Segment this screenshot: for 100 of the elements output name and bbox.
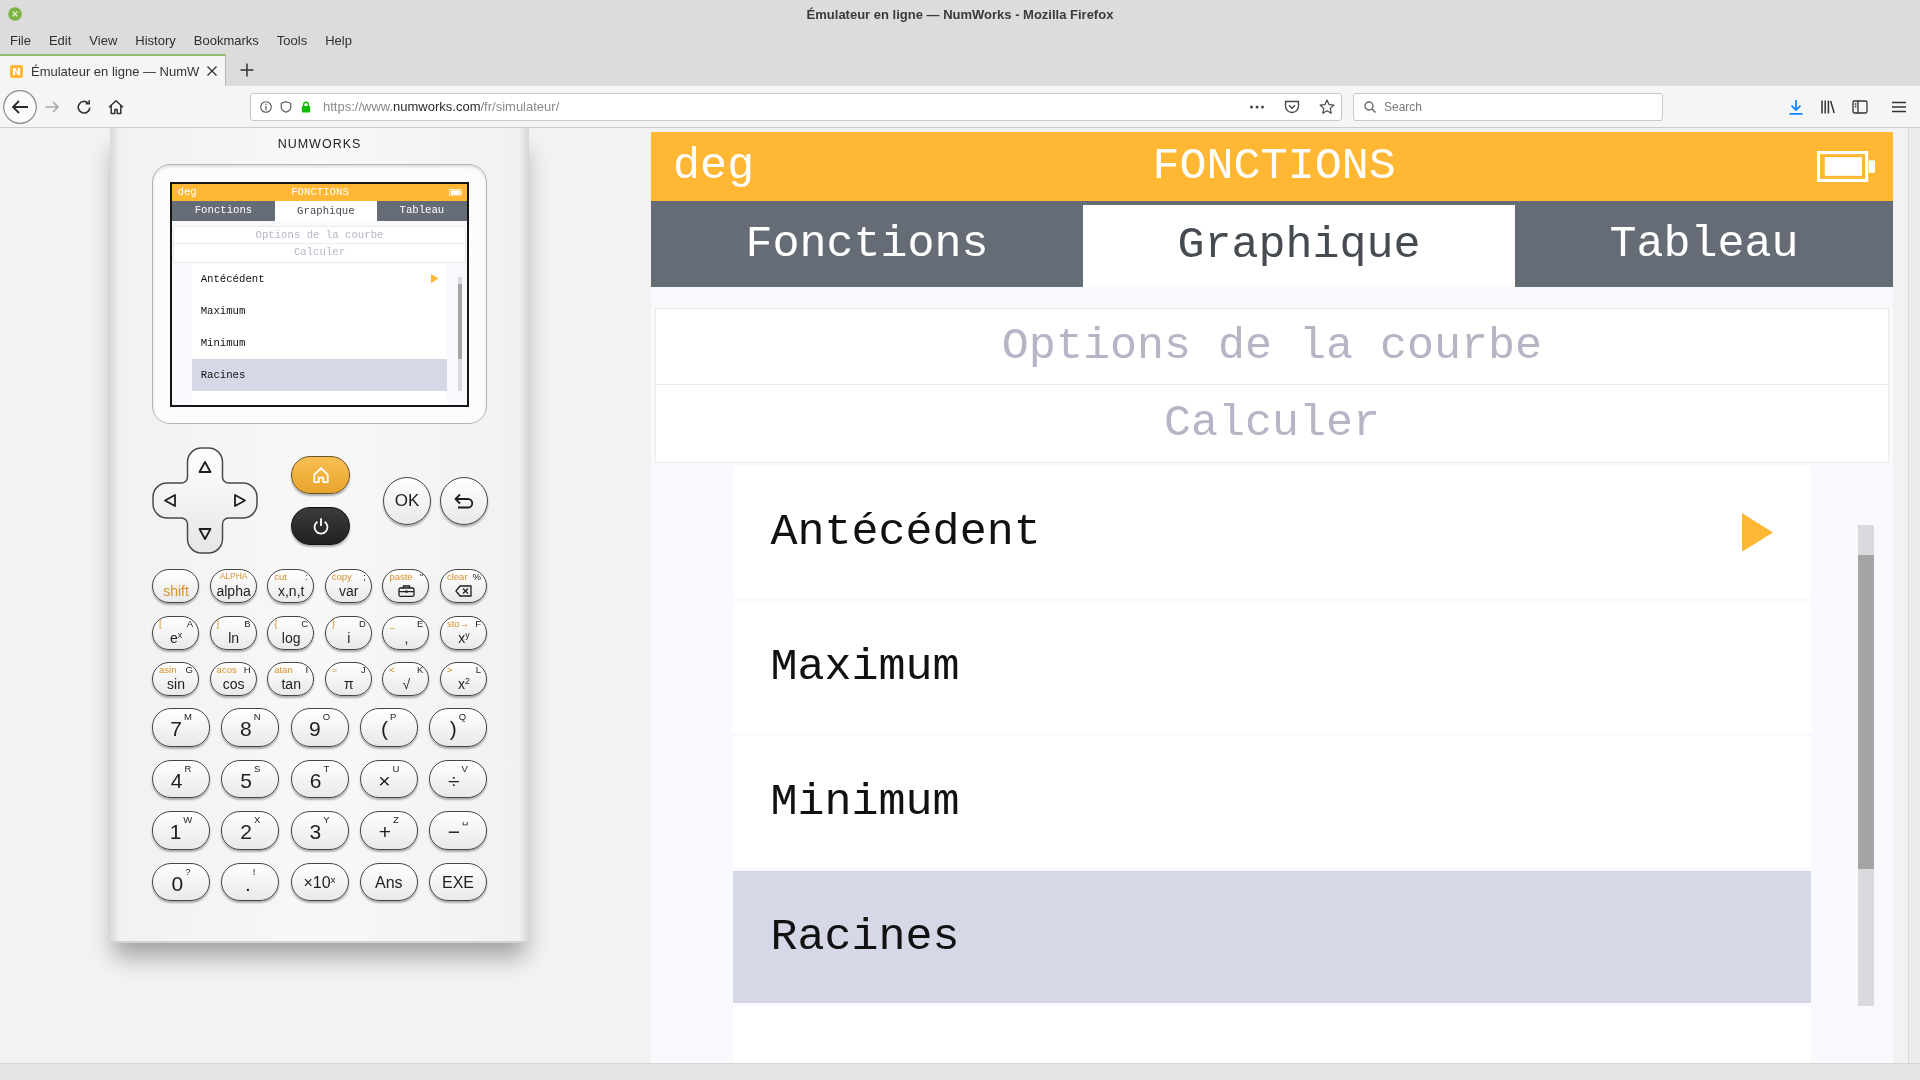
calculator-key[interactable]: paste " bbox=[382, 569, 430, 603]
alpha-label: H bbox=[243, 664, 251, 675]
calculator-key[interactable]: sto→ F x$^{y}$ bbox=[439, 615, 487, 650]
calculator-key[interactable]: atan I tan bbox=[267, 662, 315, 696]
alpha-label: " bbox=[420, 571, 424, 582]
calculator-key[interactable]: .! bbox=[221, 862, 280, 901]
app-title: FONCTIONS bbox=[1152, 143, 1396, 189]
shift-label: asin bbox=[159, 664, 177, 675]
menu-item[interactable]: Minimum bbox=[191, 327, 448, 359]
shield-icon[interactable] bbox=[280, 100, 292, 113]
address-bar[interactable]: https://www.numworks.com/fr/simulateur/ bbox=[250, 92, 1342, 121]
calculator-key[interactable]: ×10$^{x}$ bbox=[290, 862, 349, 901]
browser-tab[interactable]: Émulateur en ligne — NumW bbox=[0, 54, 227, 86]
alpha-label: G bbox=[185, 664, 193, 675]
menu-item[interactable]: Maximum bbox=[191, 295, 448, 327]
scrollbar-thumb[interactable] bbox=[1858, 555, 1874, 869]
power-icon bbox=[311, 517, 330, 535]
battery-icon bbox=[1816, 150, 1876, 182]
shift-label: [ bbox=[159, 617, 162, 629]
menu-item[interactable]: Antécédent bbox=[191, 263, 448, 295]
down-arrow-icon bbox=[198, 528, 212, 540]
calculator-key[interactable]: −␣ bbox=[429, 811, 487, 850]
alpha-label: Q bbox=[458, 712, 467, 722]
back-icon[interactable] bbox=[3, 89, 37, 124]
calculator-key[interactable]: 0? bbox=[152, 862, 210, 901]
menu-item[interactable]: Tools bbox=[276, 32, 308, 48]
window-title: Émulateur en ligne — NumWorks - Mozilla Firefox bbox=[806, 6, 1114, 22]
menu-item[interactable]: Maximum bbox=[732, 601, 1812, 734]
section-header: Calculer bbox=[173, 244, 466, 263]
shift-label: sto→ bbox=[446, 617, 470, 629]
download-icon[interactable] bbox=[1788, 98, 1804, 115]
calculator-key[interactable]: ] B ln bbox=[209, 615, 257, 650]
menu-item[interactable]: Help bbox=[325, 32, 352, 48]
screen-tab[interactable]: Graphique bbox=[274, 201, 378, 221]
home-icon[interactable] bbox=[108, 98, 124, 115]
alpha-label: V bbox=[461, 763, 468, 773]
alpha-label: P bbox=[390, 712, 397, 722]
menu-item[interactable]: Edit bbox=[48, 32, 72, 48]
menu-item[interactable]: Minimum bbox=[732, 736, 1812, 869]
menu-item[interactable]: Racines bbox=[191, 359, 448, 391]
info-icon[interactable] bbox=[260, 100, 272, 113]
calculator-key[interactable]: > L x$^{2}$ bbox=[439, 662, 487, 696]
screen-tab[interactable]: Fonctions bbox=[172, 200, 275, 221]
shift-label: cut bbox=[274, 571, 287, 582]
shift-label: = bbox=[331, 664, 338, 675]
shift-label: acos bbox=[216, 664, 237, 675]
menu-item[interactable]: Racines bbox=[732, 871, 1812, 1004]
star-icon[interactable] bbox=[1319, 98, 1335, 115]
reload-icon[interactable] bbox=[76, 98, 92, 115]
menu-item[interactable]: View bbox=[89, 32, 118, 48]
library-icon[interactable] bbox=[1820, 98, 1836, 115]
section-header: Options de la courbe bbox=[173, 225, 466, 245]
screen-tab[interactable]: Tableau bbox=[377, 200, 467, 221]
menu-item[interactable]: History bbox=[135, 32, 176, 48]
screen-tab[interactable]: Tableau bbox=[1515, 201, 1893, 287]
menu-item[interactable]: Bookmarks bbox=[193, 32, 259, 48]
calculator-key[interactable]: [ A e$^{x}$ bbox=[152, 615, 199, 650]
return-arrow-icon bbox=[453, 492, 475, 509]
calculator-key[interactable]: asin G sin bbox=[152, 662, 199, 696]
alpha-label: : bbox=[305, 571, 309, 582]
sidebar-icon[interactable] bbox=[1852, 98, 1868, 115]
vertical-scrollbar[interactable] bbox=[1908, 128, 1920, 1063]
calculator-key[interactable]: { C log bbox=[267, 615, 315, 650]
calculator-key[interactable]: < K √ bbox=[382, 662, 430, 696]
calculator-key[interactable]: } D i bbox=[324, 615, 372, 650]
calculator-key[interactable]: cut : x,n,t bbox=[267, 569, 315, 603]
calculator-key[interactable]: copy ; var bbox=[324, 569, 372, 603]
horizontal-scrollbar[interactable] bbox=[0, 1063, 1920, 1080]
calculator-key[interactable]: _ E , bbox=[382, 615, 430, 650]
calculator-key[interactable]: clear % bbox=[439, 569, 487, 603]
search-field[interactable]: Search bbox=[1353, 92, 1663, 121]
plus-icon[interactable] bbox=[240, 63, 255, 77]
pocket-icon[interactable] bbox=[1284, 98, 1300, 115]
alpha-label: Y bbox=[323, 815, 330, 825]
right-arrow-icon bbox=[234, 494, 246, 507]
calculator-key[interactable]: ALPHA alpha bbox=[209, 569, 257, 603]
calculator-key[interactable]: acos H cos bbox=[209, 662, 257, 696]
home-button[interactable] bbox=[291, 456, 350, 494]
ok-button[interactable]: OK bbox=[383, 476, 431, 525]
menu-item[interactable]: Antécédent bbox=[732, 466, 1812, 598]
back-button[interactable] bbox=[440, 476, 488, 525]
menu-item[interactable]: File bbox=[10, 32, 31, 48]
screen-tab[interactable]: Fonctions bbox=[651, 201, 1083, 287]
calculator-key[interactable]: = J π bbox=[324, 662, 372, 696]
power-button[interactable] bbox=[291, 507, 350, 545]
screen-tab[interactable]: Graphique bbox=[1083, 205, 1515, 287]
scrollbar-thumb[interactable] bbox=[458, 284, 463, 359]
left-arrow-icon bbox=[164, 494, 176, 507]
calculator-key[interactable]: EXE bbox=[429, 862, 487, 901]
alpha-label: E bbox=[417, 617, 424, 629]
alpha-label: S bbox=[253, 763, 261, 773]
close-icon[interactable] bbox=[206, 65, 219, 77]
lock-icon[interactable] bbox=[300, 100, 312, 113]
logo-icon bbox=[10, 64, 23, 78]
angle-unit: deg bbox=[673, 143, 755, 189]
shift-label: { bbox=[274, 617, 278, 629]
calculator-key[interactable]: Ans bbox=[359, 862, 418, 901]
directional-pad[interactable] bbox=[152, 447, 258, 554]
alpha-label: B bbox=[244, 617, 251, 629]
alpha-label: J bbox=[361, 664, 366, 675]
